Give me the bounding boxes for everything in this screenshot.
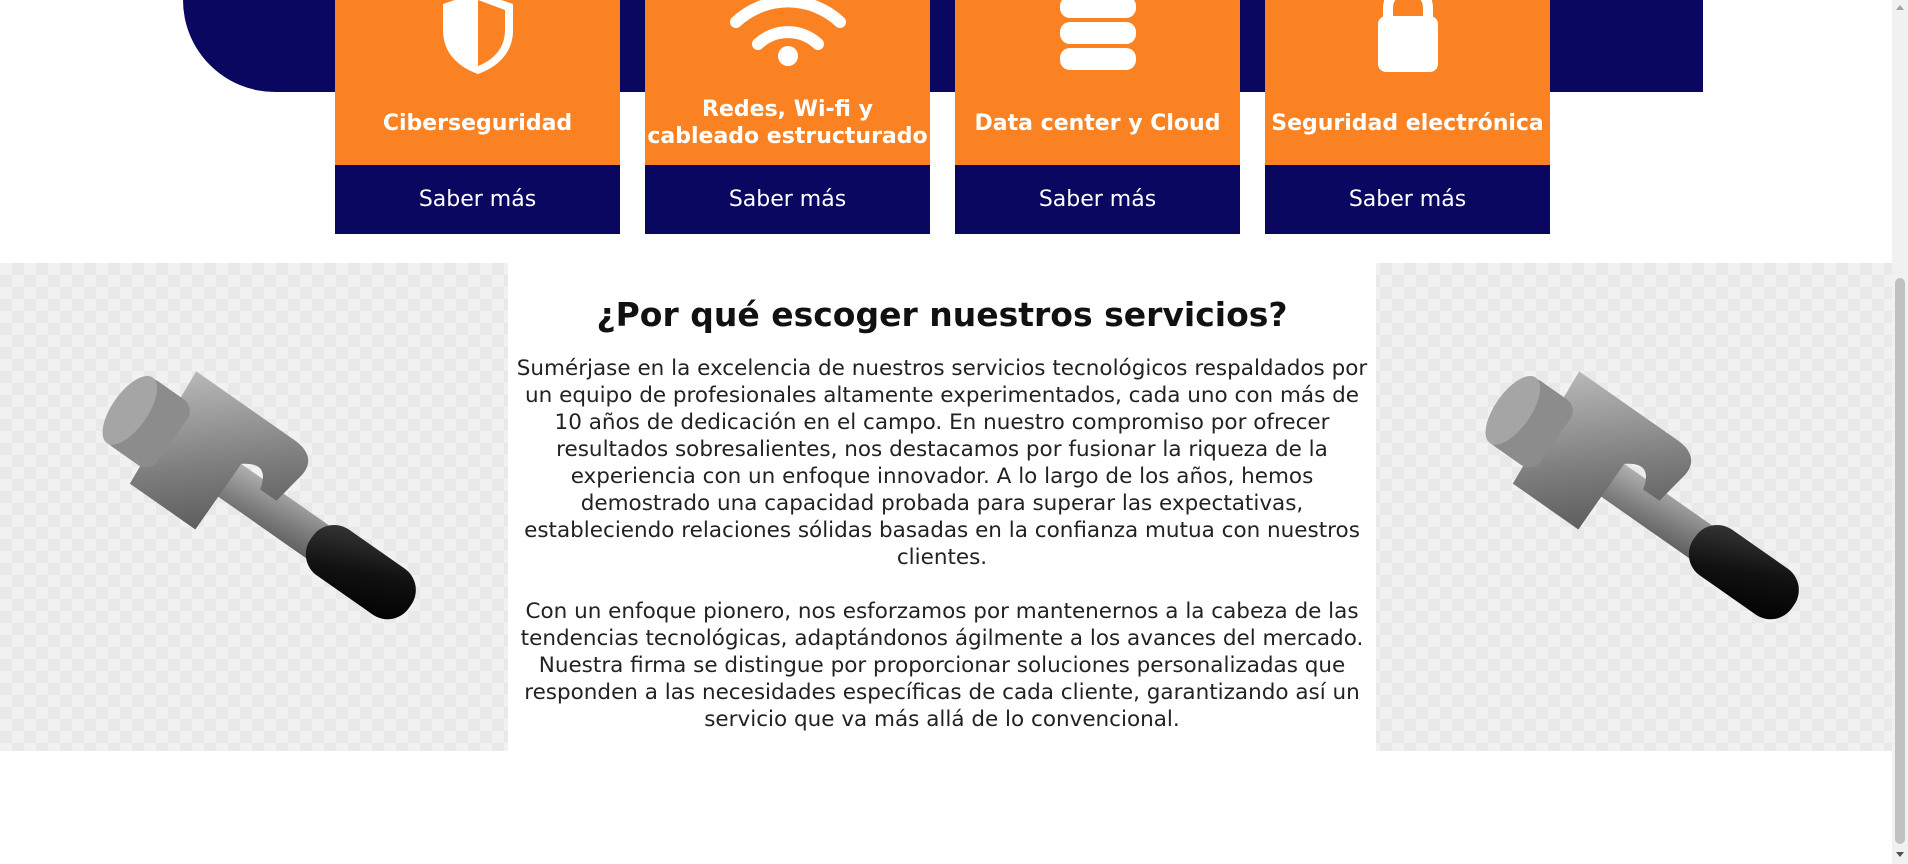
paragraph-line: un equipo de profesionales altamente exp… [525,383,1359,408]
hammer-icon [60,353,420,683]
saber-mas-button[interactable]: Saber más [1265,165,1550,234]
service-title: Redes, Wi-fi y cableado estructurado [647,97,928,149]
why-us-content: ¿Por qué escoger nuestros servicios? Sum… [508,263,1376,751]
paragraph-line: responden a las necesidades específicas … [524,680,1360,705]
paragraph-line: clientes. [896,545,988,570]
saber-mas-button[interactable]: Saber más [335,165,620,234]
paragraph-line: servicio que va más allá de lo convencio… [704,707,1180,732]
scroll-down-arrow-icon[interactable] [1896,852,1904,857]
why-us-section: ¿Por qué escoger nuestros servicios? Sum… [0,263,1892,751]
why-paragraph-2: Con un enfoque pionero, nos esforzamos p… [508,598,1376,733]
paragraph-line: 10 años de dedicación en el campo. En nu… [554,410,1330,435]
hammer-icon [1443,353,1803,683]
scroll-up-arrow-icon[interactable] [1896,5,1904,10]
database-icon [955,0,1240,80]
page: Ciberseguridad Saber más Redes, Wi-fi y … [0,0,1908,864]
saber-mas-button[interactable]: Saber más [955,165,1240,234]
saber-mas-button[interactable]: Saber más [645,165,930,234]
service-card-redes[interactable]: Redes, Wi-fi y cableado estructurado Sab… [645,0,930,234]
service-title: Data center y Cloud [974,110,1221,136]
service-card-ciberseguridad[interactable]: Ciberseguridad Saber más [335,0,620,234]
paragraph-line: Nuestra firma se distingue por proporcio… [538,653,1346,678]
wifi-icon [645,0,930,80]
vertical-scrollbar[interactable] [1892,0,1908,864]
section-title: ¿Por qué escoger nuestros servicios? [596,295,1288,334]
service-card-seguridad-electronica[interactable]: Seguridad electrónica Saber más [1265,0,1550,234]
paragraph-line: resultados sobresalientes, nos destacamo… [556,437,1328,462]
service-title: Ciberseguridad [382,110,573,136]
service-title: Seguridad electrónica [1271,110,1544,136]
paragraph-line: Con un enfoque pionero, nos esforzamos p… [525,599,1359,624]
lock-icon [1265,0,1550,80]
paragraph-line: experiencia con un enfoque innovador. A … [570,464,1314,489]
scrollbar-thumb[interactable] [1895,278,1905,844]
paragraph-line: estableciendo relaciones sólidas basadas… [524,518,1360,543]
paragraph-line: Sumérjase en la excelencia de nuestros s… [516,356,1368,381]
why-paragraph-1: Sumérjase en la excelencia de nuestros s… [508,355,1376,571]
service-card-datacenter[interactable]: Data center y Cloud Saber más [955,0,1240,234]
paragraph-line: demostrado una capacidad probada para su… [580,491,1304,516]
shield-icon [335,0,620,80]
paragraph-line: tendencias tecnológicas, adaptándonos ág… [520,626,1364,651]
